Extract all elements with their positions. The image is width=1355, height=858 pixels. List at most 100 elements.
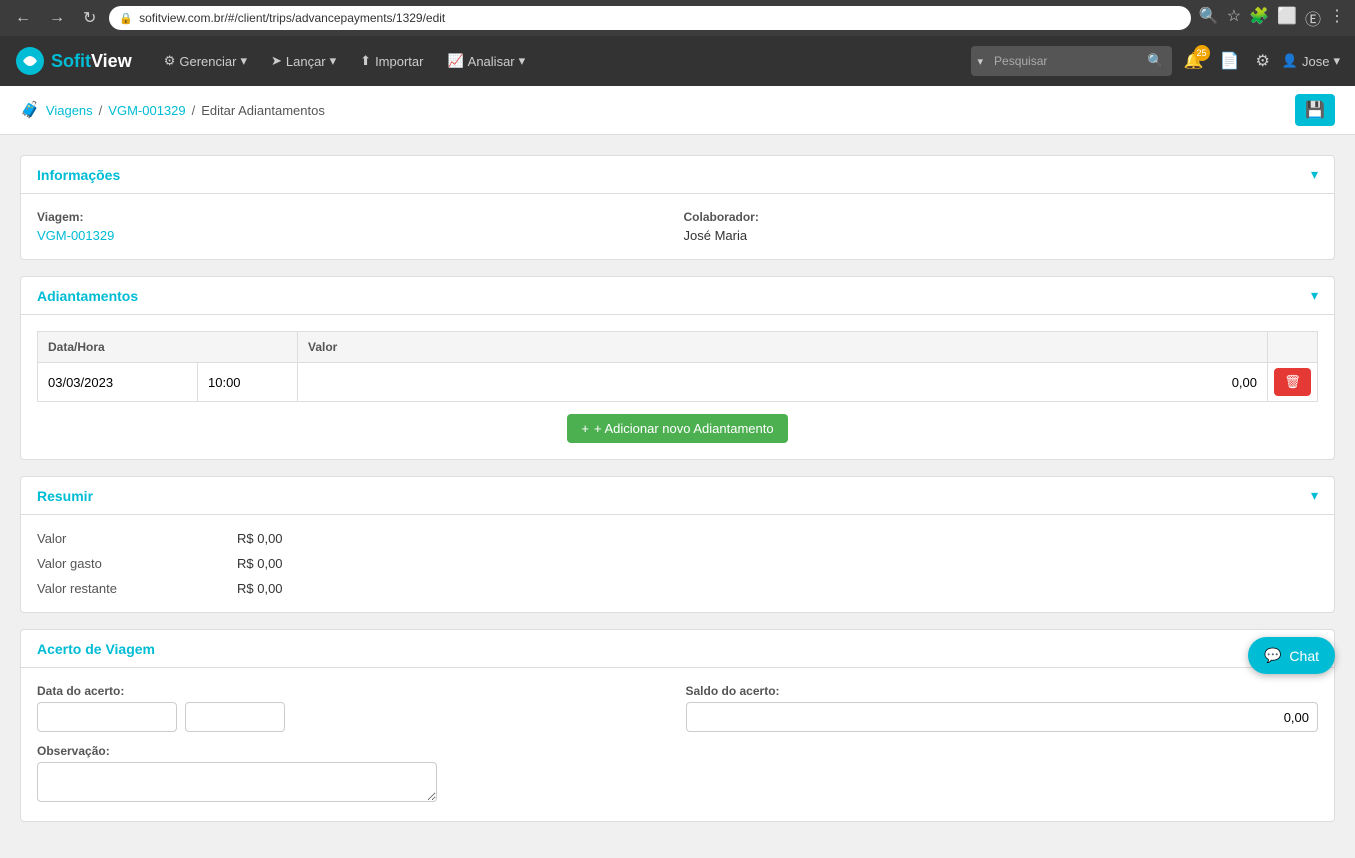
logo-view: View (91, 51, 132, 71)
resumir-valor-label: Valor (37, 531, 237, 546)
nav-importar[interactable]: ⬆ Importar (348, 36, 435, 86)
trips-icon: 🧳 (20, 100, 40, 120)
account-icon[interactable]: Ⓔ (1305, 6, 1321, 30)
gear-icon: ⚙ (164, 53, 176, 69)
delete-row-button[interactable]: 🗑 (1274, 368, 1311, 396)
plus-icon: + (581, 421, 589, 436)
col-data-hora: Data/Hora (38, 332, 298, 363)
adiantamentos-body: Data/Hora Valor (21, 315, 1334, 459)
breadcrumb: 🧳 Viagens / VGM-001329 / Editar Adiantam… (20, 100, 325, 120)
search-wrapper: ▾ 🔍 (971, 46, 1171, 76)
add-btn-container: + + Adicionar novo Adiantamento (37, 414, 1318, 443)
resumir-grid: Valor R$ 0,00 Valor gasto R$ 0,00 Valor … (37, 531, 1318, 596)
colaborador-value: José Maria (684, 228, 748, 243)
save-button[interactable]: 💾 (1295, 94, 1335, 126)
data-acerto-date-input[interactable] (37, 702, 177, 732)
chat-button[interactable]: 💬 Chat (1248, 637, 1335, 674)
nav-menu: ⚙ Gerenciar ▾ ➤ Lançar ▾ ⬆ Importar 📈 An… (152, 36, 972, 86)
saldo-acerto-input[interactable] (686, 702, 1319, 732)
logo: SofitView (15, 46, 132, 76)
add-adiantamento-label: + Adicionar novo Adiantamento (594, 421, 774, 436)
browser-actions: 🔍 ☆ 🧩 ⬜ Ⓔ ⋮ (1199, 6, 1345, 30)
user-label: Jose (1302, 54, 1329, 69)
search-category-dropdown[interactable]: ▾ (971, 55, 989, 68)
browser-bar: ← → ↻ 🔒 sofitview.com.br/#/client/trips/… (0, 0, 1355, 36)
date-acerto-row (37, 702, 670, 732)
back-button[interactable]: ← (10, 7, 36, 29)
resumir-section: Resumir ▾ Valor R$ 0,00 Valor gasto R$ 0… (20, 476, 1335, 613)
search-button[interactable]: 🔍 (1139, 53, 1172, 69)
app-header: SofitView ⚙ Gerenciar ▾ ➤ Lançar ▾ ⬆ Imp… (0, 36, 1355, 86)
menu-icon[interactable]: ⋮ (1329, 6, 1345, 30)
settings-button[interactable]: ⚙ (1251, 47, 1273, 75)
notification-badge: 25 (1194, 45, 1210, 61)
nav-importar-label: Importar (375, 54, 423, 69)
adiantamentos-chevron-icon: ▾ (1311, 287, 1318, 304)
main-content: Informações ▾ Viagem: VGM-001329 Colabor… (0, 135, 1355, 858)
breadcrumb-sep-2: / (192, 103, 196, 118)
chat-label: Chat (1289, 648, 1319, 664)
nav-analisar-label: Analisar (468, 54, 515, 69)
colaborador-info: Colaborador: José Maria (684, 210, 1319, 243)
nav-gerenciar[interactable]: ⚙ Gerenciar ▾ (152, 36, 259, 86)
resumir-header[interactable]: Resumir ▾ (21, 477, 1334, 515)
breadcrumb-bar: 🧳 Viagens / VGM-001329 / Editar Adiantam… (0, 86, 1355, 135)
notification-button[interactable]: 🔔 25 (1180, 47, 1208, 75)
saldo-acerto-group: Saldo do acerto: (686, 684, 1319, 732)
user-menu-button[interactable]: 👤 Jose ▾ (1282, 53, 1340, 69)
search-browser-icon[interactable]: 🔍 (1199, 6, 1219, 30)
file-button[interactable]: 📄 (1216, 47, 1244, 75)
acerto-section: Acerto de Viagem ▾ Data do acerto: Saldo… (20, 629, 1335, 822)
extension-icon[interactable]: 🧩 (1249, 6, 1269, 30)
resumir-valor-restante-value: R$ 0,00 (237, 581, 283, 596)
header-right: ▾ 🔍 🔔 25 📄 ⚙ 👤 Jose ▾ (971, 46, 1340, 76)
date-input[interactable] (42, 367, 193, 397)
nav-analisar[interactable]: 📈 Analisar ▾ (435, 36, 537, 86)
table-row: 🗑 (38, 363, 1318, 402)
resumir-valor-gasto-value: R$ 0,00 (237, 556, 283, 571)
informacoes-section: Informações ▾ Viagem: VGM-001329 Colabor… (20, 155, 1335, 260)
acerto-header[interactable]: Acerto de Viagem ▾ (21, 630, 1334, 668)
viagem-value[interactable]: VGM-001329 (37, 228, 114, 243)
resumir-chevron-icon: ▾ (1311, 487, 1318, 504)
resumir-valor-gasto-label: Valor gasto (37, 556, 237, 571)
acerto-title: Acerto de Viagem (37, 641, 155, 657)
logo-sofit: Sofit (51, 51, 91, 71)
observacao-label: Observação: (37, 744, 1318, 758)
resumir-valor-row: Valor R$ 0,00 (37, 531, 1318, 546)
forward-button[interactable]: → (44, 7, 70, 29)
window-icon[interactable]: ⬜ (1277, 6, 1297, 30)
add-adiantamento-button[interactable]: + + Adicionar novo Adiantamento (567, 414, 787, 443)
resumir-valor-restante-row: Valor restante R$ 0,00 (37, 581, 1318, 596)
breadcrumb-current-page: Editar Adiantamentos (201, 103, 325, 118)
info-grid: Viagem: VGM-001329 Colaborador: José Mar… (37, 210, 1318, 243)
observacao-textarea[interactable] (37, 762, 437, 802)
observacao-group: Observação: (37, 744, 1318, 805)
search-input[interactable] (989, 54, 1139, 68)
informacoes-title: Informações (37, 167, 120, 183)
import-icon: ⬆ (360, 53, 371, 69)
adiantamentos-header[interactable]: Adiantamentos ▾ (21, 277, 1334, 315)
resumir-valor-restante-label: Valor restante (37, 581, 237, 596)
time-input[interactable] (202, 367, 293, 397)
valor-input[interactable] (302, 367, 1263, 397)
url-bar[interactable]: 🔒 sofitview.com.br/#/client/trips/advanc… (109, 6, 1190, 30)
url-text: sofitview.com.br/#/client/trips/advancep… (139, 11, 445, 25)
informacoes-header[interactable]: Informações ▾ (21, 156, 1334, 194)
acerto-body: Data do acerto: Saldo do acerto: Observa… (21, 668, 1334, 821)
breadcrumb-trips-link[interactable]: Viagens (46, 103, 93, 118)
resumir-valor-gasto-row: Valor gasto R$ 0,00 (37, 556, 1318, 571)
breadcrumb-trip-id-link[interactable]: VGM-001329 (108, 103, 185, 118)
launch-icon: ➤ (271, 53, 282, 69)
adiantamentos-table: Data/Hora Valor (37, 331, 1318, 402)
reload-button[interactable]: ↻ (78, 6, 101, 30)
nav-lancar[interactable]: ➤ Lançar ▾ (259, 36, 348, 86)
data-acerto-label: Data do acerto: (37, 684, 670, 698)
adiantamentos-title: Adiantamentos (37, 288, 138, 304)
data-acerto-time-input[interactable] (185, 702, 285, 732)
lock-icon: 🔒 (119, 12, 133, 25)
analyze-icon: 📈 (447, 53, 463, 69)
bookmark-icon[interactable]: ☆ (1227, 6, 1241, 30)
nav-gerenciar-label: Gerenciar (179, 54, 236, 69)
acerto-grid: Data do acerto: Saldo do acerto: (37, 684, 1318, 732)
